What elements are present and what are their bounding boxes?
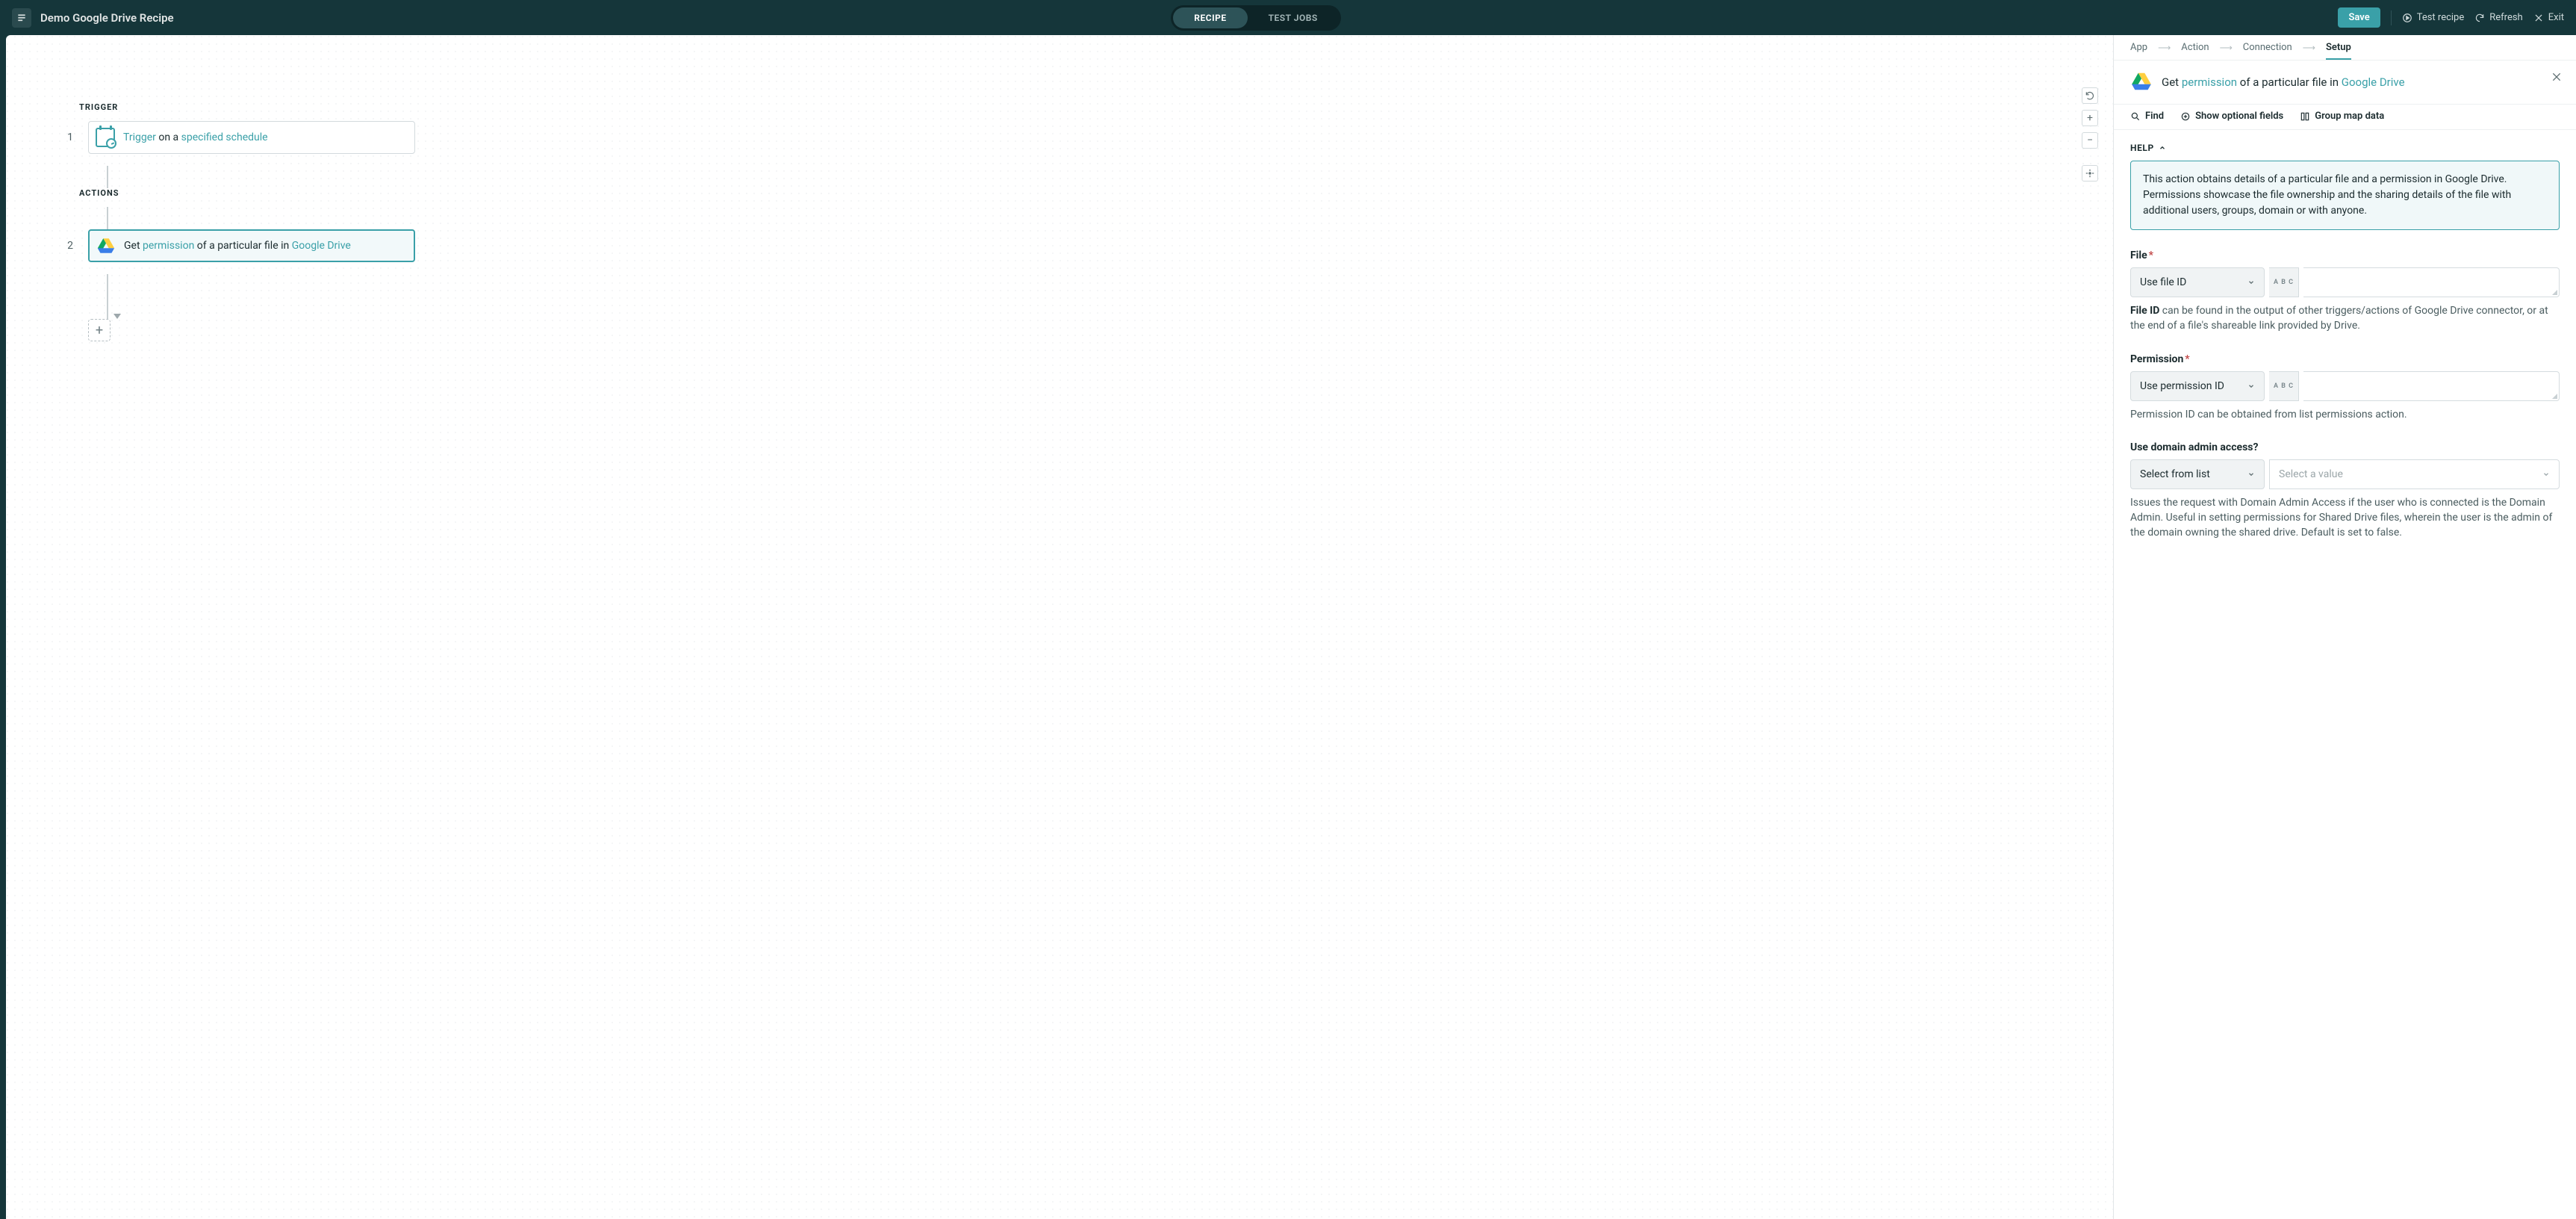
chevron-down-icon	[2247, 471, 2255, 478]
actions-section-label: ACTIONS	[79, 188, 2113, 198]
step-number: 2	[58, 240, 73, 252]
file-field-help: File ID can be found in the output of ot…	[2130, 303, 2560, 334]
close-icon	[2533, 13, 2544, 23]
exit-label: Exit	[2548, 12, 2564, 23]
save-button[interactable]: Save	[2338, 7, 2380, 28]
menu-button[interactable]	[12, 8, 31, 28]
crumb-action[interactable]: Action	[2181, 42, 2209, 53]
search-icon	[2130, 111, 2141, 122]
crumb-connection[interactable]: Connection	[2243, 42, 2292, 53]
formula-badge[interactable]: A B C	[2269, 371, 2299, 401]
breadcrumb: App ⟶ Action ⟶ Connection ⟶ Setup	[2114, 35, 2576, 61]
crumb-app[interactable]: App	[2130, 42, 2147, 53]
file-field-label: File*	[2130, 249, 2560, 261]
chevron-down-icon	[2247, 382, 2255, 390]
play-icon	[2402, 13, 2412, 23]
formula-badge[interactable]: A B C	[2269, 267, 2299, 297]
trigger-section-label: TRIGGER	[79, 102, 2113, 112]
trigger-step-text: Trigger on a specified schedule	[123, 131, 268, 143]
show-optional-button[interactable]: Show optional fields	[2180, 111, 2283, 122]
refresh-icon	[2474, 13, 2485, 23]
panel-title: Get permission of a particular file in G…	[2162, 75, 2405, 89]
action-step-text: Get permission of a particular file in G…	[124, 240, 351, 252]
zoom-in-button[interactable]: +	[2082, 110, 2098, 126]
file-id-input[interactable]	[2303, 267, 2560, 297]
reset-view-button[interactable]	[2082, 87, 2098, 104]
divider	[2391, 10, 2392, 25]
add-step-button[interactable]: +	[88, 319, 111, 341]
document-icon	[16, 13, 27, 23]
refresh-button[interactable]: Refresh	[2474, 12, 2522, 23]
step-number: 1	[58, 131, 73, 143]
chevron-up-icon	[2159, 144, 2166, 152]
chevron-down-icon	[2247, 279, 2255, 286]
tab-test-jobs[interactable]: TEST JOBS	[1248, 7, 1339, 28]
domain-admin-field-label: Use domain admin access?	[2130, 441, 2560, 453]
undo-icon	[2085, 90, 2095, 101]
recipe-canvas[interactable]: + − TRIGGER 1 Trigger on a specified sch…	[6, 35, 2113, 1219]
exit-button[interactable]: Exit	[2533, 12, 2564, 23]
trigger-step-card[interactable]: Trigger on a specified schedule	[88, 121, 415, 154]
test-recipe-button[interactable]: Test recipe	[2402, 12, 2465, 23]
setup-panel: App ⟶ Action ⟶ Connection ⟶ Setup Get pe…	[2113, 35, 2576, 1219]
close-panel-button[interactable]	[2551, 71, 2563, 86]
page-title: Demo Google Drive Recipe	[40, 11, 174, 25]
zoom-out-button[interactable]: −	[2082, 132, 2098, 149]
google-drive-icon	[2130, 71, 2153, 93]
chevron-right-icon: ⟶	[2220, 43, 2233, 53]
domain-admin-mode-select[interactable]: Select from list	[2130, 459, 2265, 489]
permission-field-label: Permission*	[2130, 353, 2560, 365]
test-recipe-label: Test recipe	[2417, 12, 2465, 23]
view-toggle: RECIPE TEST JOBS	[1171, 5, 1341, 31]
permission-id-input[interactable]	[2303, 371, 2560, 401]
file-mode-select[interactable]: Use file ID	[2130, 267, 2265, 297]
domain-admin-field-help: Issues the request with Domain Admin Acc…	[2130, 495, 2560, 541]
domain-admin-value-select[interactable]: Select a value	[2269, 459, 2560, 489]
help-toggle[interactable]: HELP	[2130, 143, 2166, 153]
chevron-right-icon: ⟶	[2303, 43, 2315, 53]
tab-recipe[interactable]: RECIPE	[1173, 7, 1247, 28]
permission-field-help: Permission ID can be obtained from list …	[2130, 407, 2560, 422]
action-step-card[interactable]: Get permission of a particular file in G…	[88, 229, 415, 262]
map-icon	[2300, 111, 2310, 122]
google-drive-icon	[96, 235, 116, 256]
group-map-button[interactable]: Group map data	[2300, 111, 2384, 122]
schedule-icon	[95, 127, 116, 148]
help-text: This action obtains details of a particu…	[2130, 161, 2560, 230]
chevron-down-icon	[2542, 471, 2550, 478]
fit-view-button[interactable]	[2082, 165, 2098, 182]
plus-circle-icon	[2180, 111, 2191, 122]
chevron-right-icon: ⟶	[2158, 43, 2171, 53]
refresh-label: Refresh	[2489, 12, 2522, 23]
permission-mode-select[interactable]: Use permission ID	[2130, 371, 2265, 401]
crumb-setup[interactable]: Setup	[2326, 42, 2351, 60]
close-icon	[2551, 71, 2563, 83]
find-button[interactable]: Find	[2130, 111, 2164, 122]
fit-icon	[2085, 168, 2095, 179]
